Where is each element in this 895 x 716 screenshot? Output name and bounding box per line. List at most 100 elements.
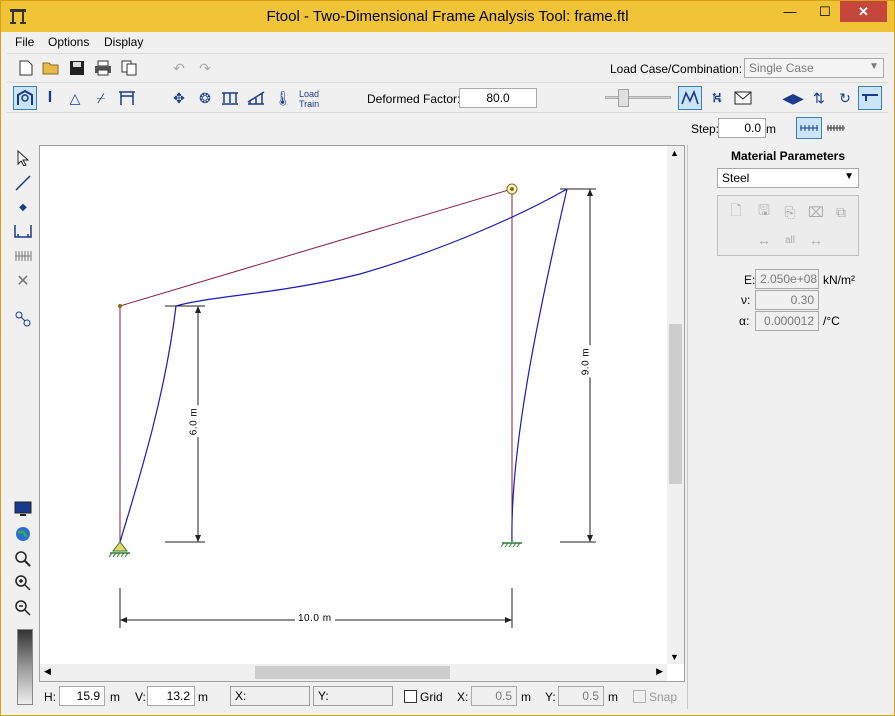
scroll-up-icon[interactable]: ▲ xyxy=(670,148,679,158)
horizontal-scrollbar[interactable]: ◀ ▶ xyxy=(40,664,667,681)
h-label: H: xyxy=(44,690,56,704)
frame-rafter xyxy=(119,188,513,307)
influence-line-icon[interactable]: ⛕ xyxy=(707,88,727,108)
load-case-select[interactable]: Single Case ▼ xyxy=(744,58,884,78)
hinge-icon[interactable]: ⌿ xyxy=(91,88,111,108)
assign-all-icon[interactable]: all xyxy=(780,230,800,250)
grid-y-input[interactable]: 0.5 xyxy=(558,686,604,706)
h-input[interactable]: 15.9 xyxy=(59,686,105,706)
delete-icon[interactable]: ✕ xyxy=(13,271,33,291)
uniform-load-icon[interactable] xyxy=(220,88,240,108)
grid-checkbox[interactable] xyxy=(404,690,417,703)
panel-title: Material Parameters xyxy=(730,149,846,163)
print-icon[interactable] xyxy=(93,58,113,78)
nodal-load-icon[interactable]: ✥ xyxy=(169,88,189,108)
linear-load-icon[interactable] xyxy=(246,88,266,108)
scroll-right-icon[interactable]: ▶ xyxy=(656,666,663,677)
vertical-scroll-thumb[interactable] xyxy=(669,324,682,484)
alpha-input[interactable]: 0.000012 xyxy=(755,311,819,331)
horizontal-scroll-thumb[interactable] xyxy=(255,666,450,679)
deformed-shape-icon[interactable] xyxy=(678,86,702,110)
scroll-left-icon[interactable]: ◀ xyxy=(44,666,51,677)
display-monitor-icon[interactable] xyxy=(13,499,33,519)
section-icon[interactable]: I xyxy=(40,88,60,108)
status-bar: H: 15.9 m V: 13.2 m X: Y: Grid X: 0.5 m … xyxy=(39,684,685,709)
redo-icon[interactable]: ↷ xyxy=(195,58,215,78)
menu-file[interactable]: File xyxy=(15,35,34,49)
menu-bar: File Options Display xyxy=(7,32,888,52)
envelope-icon[interactable] xyxy=(733,88,753,108)
thermal-load-icon[interactable]: 🌡 xyxy=(273,88,293,108)
draw-member-icon[interactable] xyxy=(13,173,33,193)
dimension-bottom-label: 10.0 m xyxy=(295,613,335,624)
vertical-scrollbar[interactable]: ▲ ▼ xyxy=(667,146,684,664)
moment-load-icon[interactable]: ❂ xyxy=(195,88,215,108)
copy-material-icon[interactable]: ⧉ xyxy=(831,202,851,222)
grid-x-input[interactable]: 0.5 xyxy=(471,686,517,706)
node-hinge-center xyxy=(510,187,514,191)
step-input[interactable]: 0.0 xyxy=(718,118,766,138)
copy-icon[interactable] xyxy=(119,58,139,78)
scroll-down-icon[interactable]: ▼ xyxy=(670,652,679,662)
axial-force-icon[interactable]: ◀▶ xyxy=(782,88,804,108)
zoom-out-icon[interactable] xyxy=(13,598,33,618)
select-pointer-icon[interactable] xyxy=(13,148,33,168)
color-scale-bar xyxy=(17,629,33,705)
x-coordinate-display: X: xyxy=(230,686,310,706)
maximize-button[interactable]: ☐ xyxy=(811,1,839,22)
chevron-down-icon: ▼ xyxy=(869,61,879,72)
alpha-label: α: xyxy=(739,314,750,328)
frame-model-icon[interactable] xyxy=(13,86,37,110)
deformed-scale-slider[interactable] xyxy=(605,96,671,99)
menu-display[interactable]: Display xyxy=(104,35,143,49)
result-diagram-icon[interactable] xyxy=(858,86,882,110)
apply-material-icon[interactable]: ⎘ xyxy=(780,202,800,222)
save-material-icon[interactable]: 🖫 xyxy=(754,202,774,222)
new-file-icon[interactable] xyxy=(16,58,36,78)
drawing-canvas[interactable]: 6.0 m 9.0 m 10.0 m ▲ ▼ ◀ ▶ xyxy=(39,145,685,682)
open-folder-icon[interactable] xyxy=(41,58,61,78)
grid-ruler-icon[interactable] xyxy=(13,246,33,266)
v-unit: m xyxy=(198,690,208,704)
deformed-factor-input[interactable]: 80.0 xyxy=(459,88,537,108)
slider-thumb[interactable] xyxy=(618,89,629,107)
e-input[interactable]: 2.050e+08 xyxy=(755,269,819,289)
node-left-top xyxy=(118,304,122,308)
zoom-in-icon[interactable] xyxy=(13,573,33,593)
dimension-icon[interactable] xyxy=(13,221,33,241)
new-material-icon[interactable]: 🗋 xyxy=(726,202,746,222)
zoom-icon[interactable] xyxy=(13,549,33,569)
app-window: Ftool - Two-Dimensional Frame Analysis T… xyxy=(0,0,895,716)
ruler-fine-icon[interactable] xyxy=(824,118,848,138)
ruler-step-icon[interactable] xyxy=(796,117,822,139)
node-link-icon[interactable] xyxy=(13,309,33,329)
bending-moment-icon[interactable]: ↻ xyxy=(835,88,855,108)
deformed-left-column xyxy=(119,305,177,543)
delete-material-icon[interactable]: ⌧ xyxy=(806,202,826,222)
v-label: V: xyxy=(135,690,146,704)
v-input[interactable]: 13.2 xyxy=(147,686,195,706)
assign-left-icon[interactable]: ↔ xyxy=(754,230,774,250)
fixed-support-right xyxy=(500,542,522,548)
undo-icon[interactable]: ↶ xyxy=(169,58,189,78)
snap-label: Snap xyxy=(649,690,678,704)
close-button[interactable]: ✕ xyxy=(840,1,887,22)
e-label: E: xyxy=(744,273,756,287)
material-select[interactable]: Steel ▼ xyxy=(717,168,859,188)
insert-node-icon[interactable]: ◆ xyxy=(13,197,33,217)
globe-fit-icon[interactable] xyxy=(13,524,33,544)
minimize-button[interactable]: — xyxy=(776,1,804,22)
assign-right-icon[interactable]: ↔ xyxy=(806,230,826,250)
menu-options[interactable]: Options xyxy=(48,35,89,49)
pinned-support-left xyxy=(108,541,130,558)
shear-force-icon[interactable]: ⇅ xyxy=(809,88,829,108)
save-icon[interactable] xyxy=(67,58,87,78)
load-train-button[interactable]: Load Train xyxy=(299,89,319,109)
load-case-label: Load Case/Combination: xyxy=(610,62,743,76)
material-icon[interactable]: △ xyxy=(65,88,85,108)
support-icon[interactable] xyxy=(117,88,137,108)
material-value: Steel xyxy=(722,171,750,185)
snap-checkbox[interactable] xyxy=(633,690,646,703)
h-unit: m xyxy=(110,690,120,704)
nu-input[interactable]: 0.30 xyxy=(755,290,819,310)
